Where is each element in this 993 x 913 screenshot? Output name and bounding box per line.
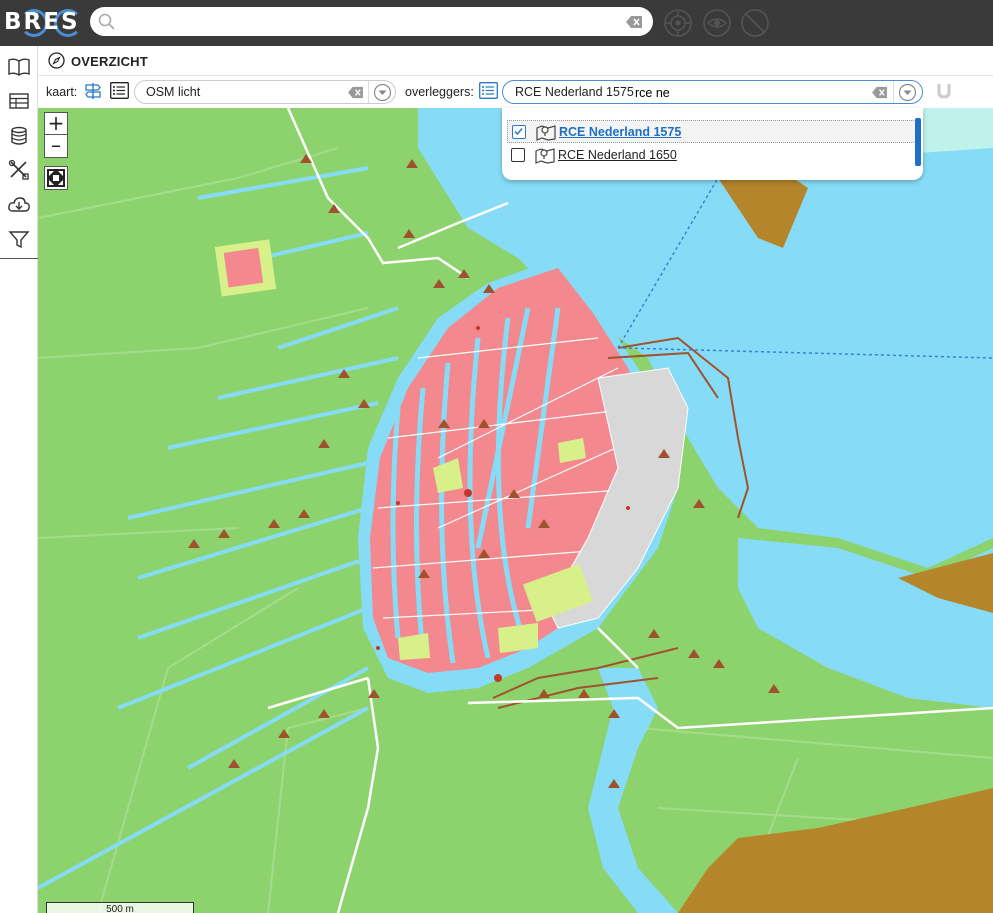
map-canvas[interactable] — [38, 108, 993, 913]
global-search — [90, 7, 653, 36]
sidebar-separator — [0, 258, 38, 259]
overlays-label: overleggers: — [405, 85, 474, 99]
eraser-icon[interactable] — [625, 15, 643, 29]
search-input[interactable] — [120, 12, 620, 31]
cloud-download-icon[interactable] — [7, 193, 31, 217]
filter-icon[interactable] — [7, 227, 31, 251]
compass-icon — [48, 52, 65, 69]
layer-toolbar: kaart: OSM licht overleggers: RCE Nederl… — [38, 76, 993, 108]
zoom-in-button[interactable]: + — [45, 113, 67, 135]
list-icon[interactable] — [479, 82, 498, 99]
list-icon[interactable] — [110, 82, 129, 99]
dropdown-item[interactable]: RCE Nederland 1650 — [507, 144, 916, 167]
basemap-select[interactable]: OSM licht — [134, 80, 396, 104]
map-layer-icon — [536, 125, 556, 141]
eye-icon[interactable] — [702, 8, 732, 38]
magnet-icon[interactable] — [936, 83, 952, 99]
table-icon[interactable] — [7, 89, 31, 113]
check-icon — [514, 128, 523, 136]
page-header: OVERZICHT — [38, 46, 993, 76]
page-title: OVERZICHT — [71, 54, 148, 69]
overlay-search-input[interactable] — [635, 84, 855, 101]
search-icon — [98, 13, 115, 30]
overlay-selected-tag[interactable]: RCE Nederland 1575 — [515, 85, 634, 99]
disable-icon[interactable] — [740, 8, 770, 38]
signpost-icon[interactable] — [84, 82, 102, 100]
zoom-control: + – — [44, 112, 68, 158]
full-extent-button[interactable] — [44, 166, 68, 190]
dropdown-item-label[interactable]: RCE Nederland 1575 — [559, 125, 681, 139]
eraser-icon[interactable] — [347, 86, 364, 99]
eraser-icon[interactable] — [871, 86, 888, 99]
map-layer-icon — [535, 148, 555, 164]
chevron-down-icon[interactable] — [373, 83, 392, 102]
dropdown-scrollbar[interactable] — [915, 118, 921, 166]
chevron-down-icon[interactable] — [898, 83, 917, 102]
app-logo[interactable]: BRES — [4, 6, 82, 38]
tools-icon[interactable] — [7, 158, 31, 182]
overlay-select[interactable]: RCE Nederland 1575 — [502, 80, 923, 104]
book-icon[interactable] — [7, 55, 31, 79]
expand-icon — [47, 169, 65, 187]
scale-bar: 500 m — [46, 902, 194, 913]
checkbox[interactable] — [511, 148, 525, 162]
top-bar: BRES — [0, 0, 993, 46]
sidebar — [0, 46, 38, 913]
basemap-value: OSM licht — [146, 85, 201, 99]
zoom-out-button[interactable]: – — [45, 135, 67, 157]
dropdown-item-label[interactable]: RCE Nederland 1650 — [558, 148, 677, 162]
overlay-dropdown: RCE Nederland 1575 RCE Nederland 1650 — [502, 108, 923, 180]
map-view[interactable]: + – 500 m — [38, 108, 993, 913]
dropdown-item[interactable]: RCE Nederland 1575 — [507, 120, 916, 143]
map-label: kaart: — [46, 85, 78, 99]
locate-icon[interactable] — [663, 8, 693, 38]
checkbox[interactable] — [512, 125, 526, 139]
database-icon[interactable] — [7, 124, 31, 148]
